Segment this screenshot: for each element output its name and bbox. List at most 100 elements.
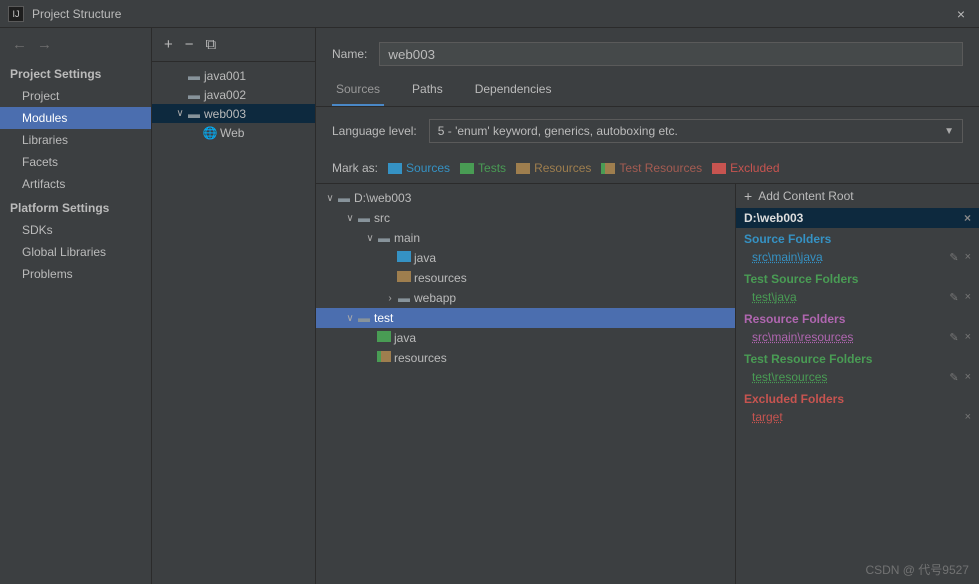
dir-label: D:\web003 xyxy=(354,191,411,205)
nav-item-global-libraries[interactable]: Global Libraries xyxy=(0,241,151,263)
remove-icon[interactable]: × xyxy=(965,251,971,264)
nav-back-icon[interactable]: ← xyxy=(12,36,27,53)
folder-section-title: Excluded Folders xyxy=(736,388,979,408)
nav-item-problems[interactable]: Problems xyxy=(0,263,151,285)
sources-folder-icon xyxy=(388,163,402,174)
nav-item-artifacts[interactable]: Artifacts xyxy=(0,173,151,195)
module-tree-item[interactable]: 🌐Web xyxy=(152,123,315,142)
tab-dependencies[interactable]: Dependencies xyxy=(471,76,556,106)
window-title: Project Structure xyxy=(32,7,951,21)
dir-tree-item[interactable]: java xyxy=(316,328,735,348)
edit-icon[interactable]: ✎ xyxy=(949,251,958,264)
module-tree-item[interactable]: ▬java001 xyxy=(152,66,315,85)
folder-path-row: test\resources ✎ × xyxy=(736,368,979,388)
chevron-down-icon: ▼ xyxy=(944,126,954,137)
add-module-icon[interactable]: + xyxy=(164,36,173,53)
edit-icon[interactable]: ✎ xyxy=(949,371,958,384)
dir-label: main xyxy=(394,231,420,245)
web-icon: 🌐 xyxy=(202,126,218,140)
folder-path-link[interactable]: target xyxy=(752,410,783,424)
folder-path-row: src\main\java ✎ × xyxy=(736,248,979,268)
folder-path-row: src\main\resources ✎ × xyxy=(736,328,979,348)
chevron-icon[interactable]: ∨ xyxy=(324,193,336,204)
name-label: Name: xyxy=(332,47,367,61)
plus-icon: + xyxy=(744,188,752,204)
folder-path-link[interactable]: src\main\java xyxy=(752,250,823,264)
remove-icon[interactable]: × xyxy=(965,291,971,304)
mark-resources-button[interactable]: Resources xyxy=(516,161,591,175)
folder-path-link[interactable]: src\main\resources xyxy=(752,330,853,344)
nav-item-modules[interactable]: Modules xyxy=(0,107,151,129)
directory-tree: ∨▬D:\web003∨▬src∨▬mainjavaresources›▬web… xyxy=(316,184,735,584)
dir-tree-item[interactable]: java xyxy=(316,248,735,268)
folder-path-link[interactable]: test\java xyxy=(752,290,797,304)
chevron-icon[interactable]: ∨ xyxy=(174,108,186,119)
nav-section-title: Project Settings xyxy=(0,61,151,85)
module-tree-item[interactable]: ▬java002 xyxy=(152,85,315,104)
tab-paths[interactable]: Paths xyxy=(408,76,447,106)
module-tree: + − ⧉ ▬java001▬java002∨▬web003🌐Web xyxy=(152,28,316,584)
mark-sources-button[interactable]: Sources xyxy=(388,161,450,175)
chevron-icon[interactable]: ∨ xyxy=(364,233,376,244)
mark-as-label: Mark as: xyxy=(332,161,378,175)
remove-icon[interactable]: × xyxy=(965,331,971,344)
dir-label: resources xyxy=(394,351,447,365)
edit-icon[interactable]: ✎ xyxy=(949,291,958,304)
remove-module-icon[interactable]: − xyxy=(185,36,194,53)
close-icon[interactable]: × xyxy=(951,6,971,22)
folder-path-row: test\java ✎ × xyxy=(736,288,979,308)
dir-tree-item[interactable]: ∨▬test xyxy=(316,308,735,328)
mark-label: Sources xyxy=(406,161,450,175)
language-level-value: 5 - 'enum' keyword, generics, autoboxing… xyxy=(438,124,678,138)
content-root-row[interactable]: D:\web003 × xyxy=(736,208,979,228)
language-level-label: Language level: xyxy=(332,124,417,138)
mark-label: Tests xyxy=(478,161,506,175)
content-root-path: D:\web003 xyxy=(744,211,803,225)
edit-icon[interactable]: ✎ xyxy=(949,331,958,344)
module-label: web003 xyxy=(204,107,246,121)
language-level-select[interactable]: 5 - 'enum' keyword, generics, autoboxing… xyxy=(429,119,963,143)
excluded-folder-icon xyxy=(712,163,726,174)
dir-tree-item[interactable]: ∨▬main xyxy=(316,228,735,248)
nav-item-facets[interactable]: Facets xyxy=(0,151,151,173)
module-label: Web xyxy=(220,126,244,140)
mark-excluded-button[interactable]: Excluded xyxy=(712,161,779,175)
folder-section-title: Test Source Folders xyxy=(736,268,979,288)
dir-tree-item[interactable]: resources xyxy=(316,268,735,288)
add-content-root-button[interactable]: + Add Content Root xyxy=(736,184,979,208)
chevron-icon[interactable]: ∨ xyxy=(344,213,356,224)
nav-forward-icon[interactable]: → xyxy=(37,36,52,53)
nav-item-project[interactable]: Project xyxy=(0,85,151,107)
dir-tree-item[interactable]: ∨▬D:\web003 xyxy=(316,188,735,208)
mark-tests-button[interactable]: Tests xyxy=(460,161,506,175)
nav-item-libraries[interactable]: Libraries xyxy=(0,129,151,151)
module-name-input[interactable] xyxy=(379,42,963,66)
folder-icon: ▬ xyxy=(356,211,372,225)
remove-icon[interactable]: × xyxy=(965,371,971,384)
dir-tree-item[interactable]: ›▬webapp xyxy=(316,288,735,308)
dir-tree-item[interactable]: ∨▬src xyxy=(316,208,735,228)
dir-label: test xyxy=(374,311,393,325)
resources-folder-icon xyxy=(516,163,530,174)
add-content-root-label: Add Content Root xyxy=(758,189,853,203)
chevron-icon[interactable]: › xyxy=(384,293,396,304)
chevron-icon[interactable]: ∨ xyxy=(344,313,356,324)
module-tree-item[interactable]: ∨▬web003 xyxy=(152,104,315,123)
folders-panel: + Add Content Root D:\web003 × Source Fo… xyxy=(735,184,979,584)
nav-item-sdks[interactable]: SDKs xyxy=(0,219,151,241)
dir-label: src xyxy=(374,211,390,225)
copy-module-icon[interactable]: ⧉ xyxy=(206,36,217,53)
folder-icon: ▬ xyxy=(186,88,202,102)
tab-sources[interactable]: Sources xyxy=(332,76,384,106)
folder-icon: ▬ xyxy=(186,69,202,83)
dir-tree-item[interactable]: resources xyxy=(316,348,735,368)
mark-label: Excluded xyxy=(730,161,779,175)
mark-testresources-button[interactable]: Test Resources xyxy=(601,161,702,175)
folder-section-title: Source Folders xyxy=(736,228,979,248)
folder-icon: ▬ xyxy=(356,311,372,325)
remove-content-root-icon[interactable]: × xyxy=(964,211,971,225)
folder-icon: ▬ xyxy=(396,291,412,305)
folder-icon: ▬ xyxy=(376,231,392,245)
remove-icon[interactable]: × xyxy=(965,411,971,423)
folder-path-link[interactable]: test\resources xyxy=(752,370,827,384)
